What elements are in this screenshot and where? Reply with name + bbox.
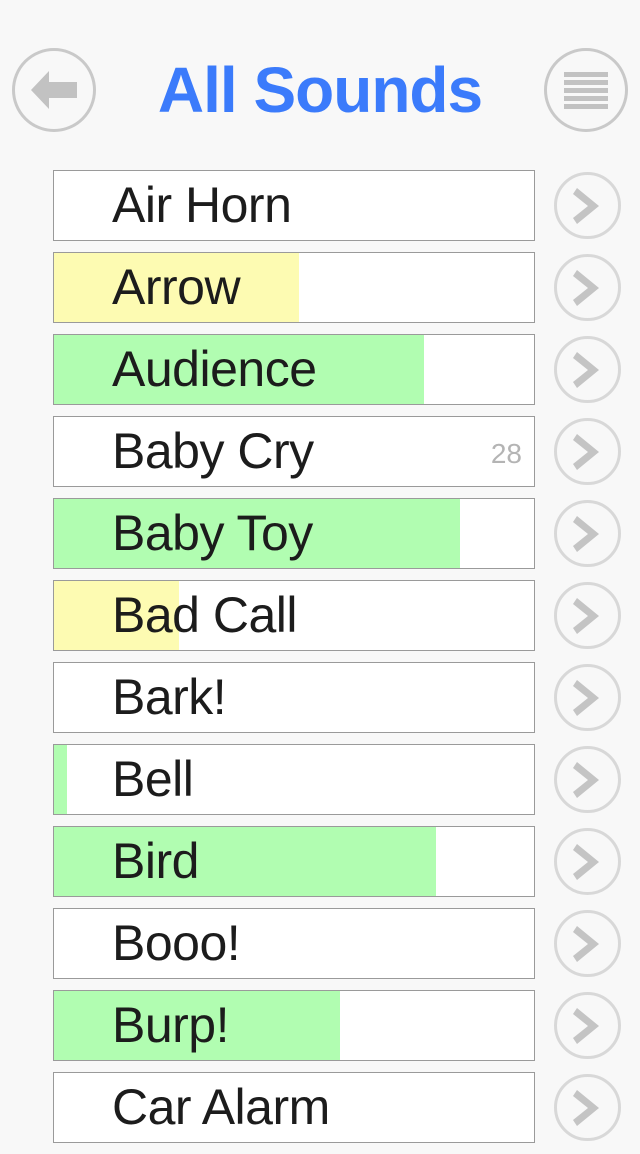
sound-row-label: Bark! [112,669,227,725]
sound-row-bar[interactable]: Bell [53,744,535,815]
sound-row-bar[interactable]: Arrow [53,252,535,323]
sound-row-bar[interactable]: Air Horn [53,170,535,241]
sound-row-disclosure-button[interactable] [554,992,621,1059]
menu-button[interactable] [544,48,628,132]
sound-row-disclosure-button[interactable] [554,336,621,403]
sound-row-disclosure-button[interactable] [554,582,621,649]
sound-row[interactable]: Baby Cry 28 [0,416,640,498]
sound-row-count: 28 [490,438,522,469]
app-header: All Sounds [0,0,640,170]
sound-row-disclosure-button[interactable] [554,1074,621,1141]
sound-row-bar[interactable]: Audience [53,334,535,405]
sound-row-label: Air Horn [112,177,292,233]
sound-row-disclosure-button[interactable] [554,828,621,895]
sound-row[interactable]: Bark! [0,662,640,744]
sound-row[interactable]: Baby Toy [0,498,640,580]
sound-row-label: Burp! [112,997,230,1053]
sound-row-label: Baby Cry [112,423,314,479]
sound-row[interactable]: Car Alarm [0,1072,640,1154]
sound-row[interactable]: Burp! [0,990,640,1072]
sound-row-bar[interactable]: Baby Cry 28 [53,416,535,487]
sound-row-bar[interactable]: Baby Toy [53,498,535,569]
sound-row-disclosure-button[interactable] [554,172,621,239]
sound-row[interactable]: Bird [0,826,640,908]
sound-row-disclosure-button[interactable] [554,664,621,731]
sound-row-disclosure-button[interactable] [554,418,621,485]
sound-row-bar[interactable]: Bark! [53,662,535,733]
sound-row-label: Car Alarm [112,1079,330,1135]
sound-row-label: Bird [112,833,199,889]
sound-row-bar[interactable]: Booo! [53,908,535,979]
sound-row-bar[interactable]: Bird [53,826,535,897]
sound-row[interactable]: Bell [0,744,640,826]
sound-list[interactable]: Air Horn Arrow Audience Baby Cry 28 Baby Toy B… [0,170,640,1154]
sound-progress-fill [54,745,67,814]
sound-row-bar[interactable]: Car Alarm [53,1072,535,1143]
sound-row[interactable]: Air Horn [0,170,640,252]
sound-row-label: Baby Toy [112,505,313,561]
sound-row-disclosure-button[interactable] [554,254,621,321]
sound-row-bar[interactable]: Burp! [53,990,535,1061]
sound-row[interactable]: Arrow [0,252,640,334]
sound-row[interactable]: Bad Call [0,580,640,662]
sound-row-disclosure-button[interactable] [554,910,621,977]
sound-row-label: Booo! [112,915,241,971]
sound-row[interactable]: Audience [0,334,640,416]
sound-row-bar[interactable]: Bad Call [53,580,535,651]
sound-row-label: Audience [112,341,317,397]
sound-row-disclosure-button[interactable] [554,746,621,813]
sound-row-label: Bell [112,751,194,807]
sound-row[interactable]: Booo! [0,908,640,990]
sound-row-disclosure-button[interactable] [554,500,621,567]
sound-row-label: Arrow [112,259,241,315]
sound-row-label: Bad Call [112,587,298,643]
